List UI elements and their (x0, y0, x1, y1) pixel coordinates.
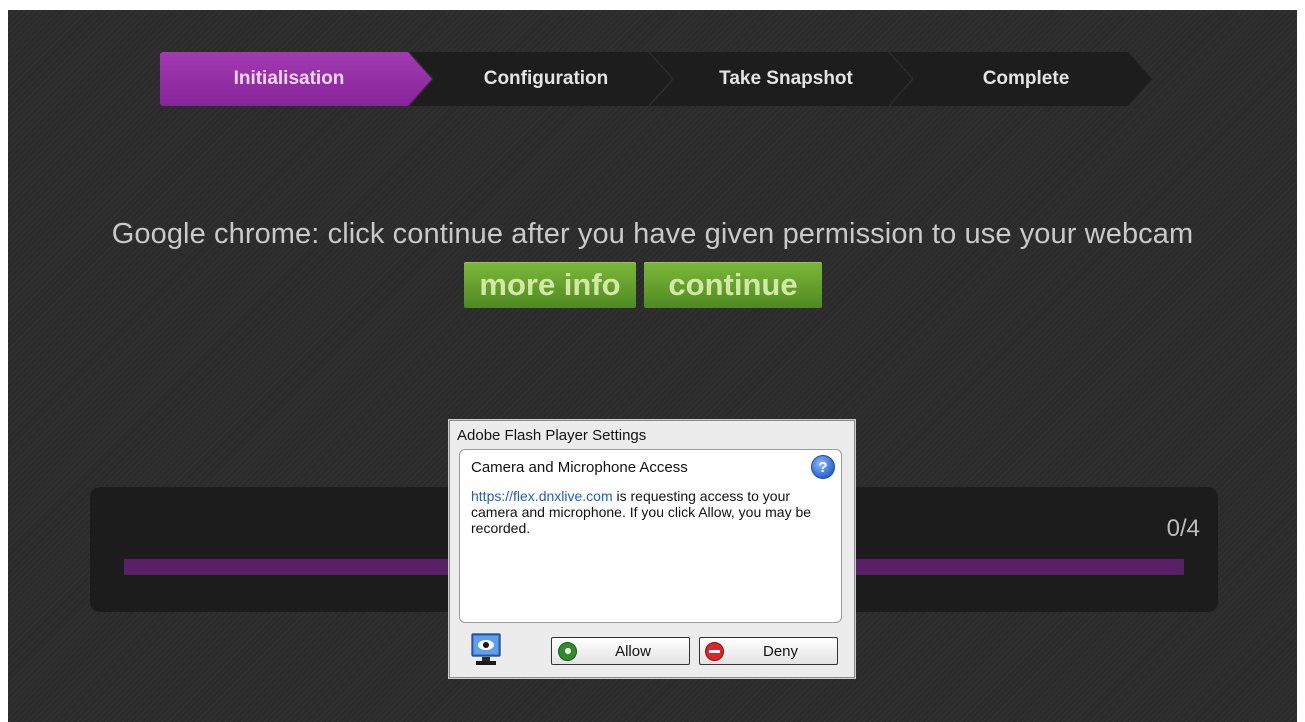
step-configuration: Configuration (410, 52, 672, 106)
dialog-content-panel: Camera and Microphone Access ? https://f… (459, 449, 842, 623)
more-info-button[interactable]: more info (464, 262, 636, 308)
progress-count: 0/4 (1166, 515, 1200, 542)
step-initialisation: Initialisation (160, 52, 432, 106)
dialog-body: https://flex.dnxlive.com is requesting a… (471, 488, 831, 536)
deny-icon (705, 641, 724, 661)
dialog-footer: Allow Deny (450, 629, 854, 673)
dialog-heading: Camera and Microphone Access (471, 459, 688, 476)
allow-button[interactable]: Allow (551, 637, 690, 665)
page-background: Initialisation Configuration Take Snapsh… (8, 10, 1297, 722)
requesting-site-link[interactable]: https://flex.dnxlive.com (471, 488, 613, 504)
step-label: Complete (982, 68, 1070, 89)
step-label: Take Snapshot (719, 68, 853, 89)
camera-privacy-icon[interactable] (471, 633, 501, 667)
action-buttons: more info continue (464, 262, 822, 308)
step-label: Configuration (483, 68, 609, 89)
deny-button[interactable]: Deny (699, 637, 838, 665)
step-complete: Complete (890, 52, 1152, 106)
step-take-snapshot: Take Snapshot (650, 52, 912, 106)
deny-label: Deny (762, 642, 799, 660)
help-icon[interactable]: ? (811, 455, 835, 479)
allow-icon (558, 641, 577, 661)
dialog-title: Adobe Flash Player Settings (457, 427, 647, 444)
step-label: Initialisation (233, 68, 345, 89)
continue-button[interactable]: continue (644, 262, 822, 308)
allow-label: Allow (615, 642, 651, 660)
instruction-message: Google chrome: click continue after you … (111, 218, 1194, 250)
flash-settings-dialog: Adobe Flash Player Settings Camera and M… (449, 420, 855, 678)
step-wizard: Initialisation Configuration Take Snapsh… (160, 52, 1152, 106)
